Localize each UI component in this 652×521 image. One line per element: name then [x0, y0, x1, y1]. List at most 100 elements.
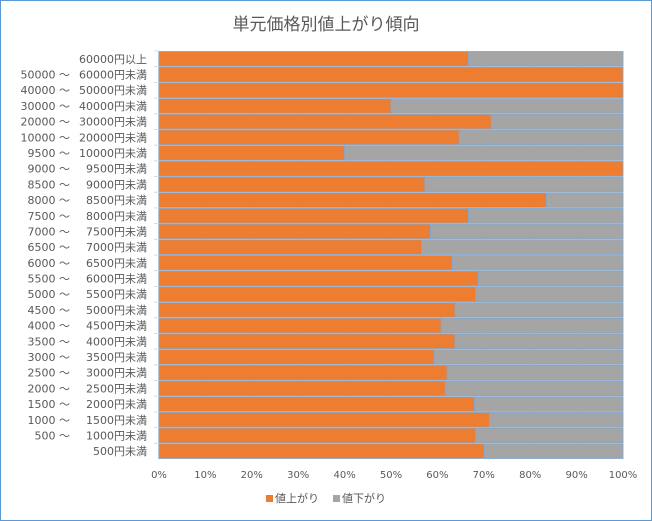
x-tick-label: 30% — [287, 470, 309, 481]
category-label-to: 4000円未満 — [86, 335, 147, 348]
category-label-from: 9000 ～ — [28, 163, 71, 176]
bar-fall — [483, 443, 624, 459]
bar-rise — [158, 192, 547, 208]
category-label-to: 3500円未満 — [86, 351, 147, 364]
category-label-from: 1500 ～ — [28, 398, 71, 411]
bar-rise — [158, 286, 476, 302]
bar-rise — [158, 317, 442, 334]
category-label-to: 7000円未満 — [86, 241, 147, 254]
bar-fall — [451, 255, 624, 271]
bar-rise — [158, 98, 392, 114]
bar-fall — [390, 98, 624, 114]
category-label-from: 3500 ～ — [28, 335, 71, 348]
bar-rise — [158, 364, 448, 381]
bar-rise — [158, 145, 346, 161]
x-tick-label: 80% — [519, 470, 541, 481]
bar-rise — [158, 333, 456, 350]
bar-rise — [158, 380, 446, 397]
category-label-from: 4000 ～ — [28, 320, 71, 333]
bar-fall — [344, 145, 624, 161]
category-label-from: 500 ～ — [35, 429, 71, 442]
category-label-to: 60000円未満 — [79, 69, 147, 82]
bar-rise — [158, 239, 423, 255]
bar-fall — [475, 427, 624, 444]
x-tick-label: 20% — [241, 470, 263, 481]
bar-rise — [158, 443, 485, 459]
bar-rise — [158, 208, 469, 224]
category-label-to: 40000円未満 — [79, 100, 147, 113]
category-label-from: 4500 ～ — [28, 304, 71, 317]
bar-fall — [468, 208, 624, 224]
chart-plot: 0% 10% 20% 30% 40% 50% 60% 70% 80% 90% 100% 60000円以… — [21, 50, 638, 481]
x-tick-label: 100% — [609, 470, 638, 481]
legend-item-fall[interactable]: 値下がり — [333, 490, 386, 506]
bar-fall — [475, 286, 624, 302]
category-label-from: 1000 ～ — [28, 414, 71, 427]
bar-fall — [454, 302, 624, 318]
category-label-to: 500円未満 — [93, 445, 147, 458]
category-label-to: 20000円未満 — [79, 131, 147, 144]
category-label-from: 5500 ～ — [28, 273, 71, 286]
bar-fall — [440, 317, 624, 334]
bar-fall — [424, 176, 624, 193]
bar-rise — [158, 223, 431, 240]
legend-swatch-fall — [333, 494, 340, 502]
category-label-to: 2000円未満 — [86, 398, 147, 411]
x-tick-label: 70% — [473, 470, 495, 481]
category-label-to: 6000円未満 — [86, 273, 147, 286]
bar-fall — [474, 396, 624, 412]
category-label-to: 60000円以上 — [79, 53, 147, 66]
x-tick-label: 50% — [380, 470, 402, 481]
legend-label-fall: 値下がり — [342, 492, 386, 505]
category-label-to: 5500円未満 — [86, 288, 147, 301]
category-label-from: 8000 ～ — [28, 194, 71, 207]
category-label-from: 8500 ～ — [28, 178, 71, 191]
category-label-to: 9500円未満 — [86, 163, 147, 176]
bar-rise — [158, 349, 435, 365]
category-label-from: 2000 ～ — [28, 382, 71, 395]
x-tick-label: 90% — [565, 470, 587, 481]
category-label-from: 6000 ～ — [28, 257, 71, 270]
category-label-from: 5000 ～ — [28, 288, 71, 301]
bar-fall — [490, 113, 624, 130]
x-tick-label: 40% — [333, 470, 355, 481]
category-label-to: 50000円未満 — [79, 84, 147, 97]
category-label-to: 9000円未満 — [86, 178, 147, 191]
x-tick-label: 0% — [151, 470, 167, 481]
bar-fall — [446, 364, 624, 381]
bar-rise — [158, 302, 456, 318]
category-label-from: 2500 ～ — [28, 367, 71, 380]
bar-rise — [158, 51, 469, 67]
bar-fall — [546, 192, 624, 208]
category-label-from: 6500 ～ — [28, 241, 71, 254]
category-label-to: 6500円未満 — [86, 257, 147, 270]
bar-fall — [433, 349, 624, 365]
bar-rise — [158, 255, 453, 271]
bar-fall — [488, 412, 624, 428]
bar-rise — [158, 270, 479, 287]
category-label-to: 3000円未満 — [86, 367, 147, 380]
category-label-to: 7500円未満 — [86, 225, 147, 238]
category-label-to: 10000円未満 — [79, 147, 147, 160]
bar-fall — [444, 380, 624, 397]
bar-rise — [158, 113, 492, 130]
bar-fall — [477, 270, 624, 287]
category-label-to: 1000円未満 — [86, 429, 147, 442]
category-label-from: 7500 ～ — [28, 210, 71, 223]
bar-fall — [468, 51, 624, 67]
legend-label-rise: 値上がり — [275, 492, 319, 505]
bar-rise — [158, 160, 624, 177]
category-label-from: 10000 ～ — [21, 131, 71, 144]
category-label-to: 2500円未満 — [86, 382, 147, 395]
legend-item-rise[interactable]: 値上がり — [266, 490, 319, 506]
category-label-from: 30000 ～ — [21, 100, 71, 113]
category-label-to: 5000円未満 — [86, 304, 147, 317]
legend-swatch-rise — [266, 494, 273, 502]
category-label-from: 50000 ～ — [21, 69, 71, 82]
category-label-from: 20000 ～ — [21, 116, 71, 129]
bar-rise — [158, 427, 476, 444]
category-label-from: 7000 ～ — [28, 225, 71, 238]
x-tick-label: 60% — [426, 470, 448, 481]
bar-fall — [421, 239, 624, 255]
category-label-from: 9500 ～ — [28, 147, 71, 160]
